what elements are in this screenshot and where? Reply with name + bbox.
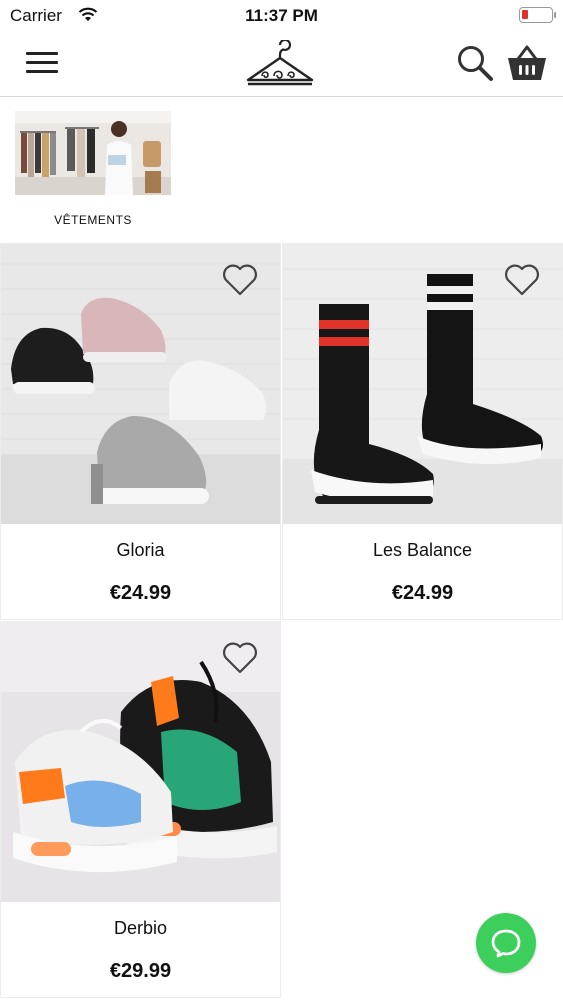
product-card-derbio[interactable]: Derbio €29.99: [0, 621, 281, 998]
search-icon[interactable]: [456, 44, 494, 82]
category-vetements[interactable]: VÊTEMENTS: [15, 111, 171, 227]
product-card-les-balance[interactable]: Les Balance €24.99: [282, 243, 563, 620]
heart-icon[interactable]: [222, 264, 258, 296]
product-name: Derbio: [113, 918, 168, 938]
nav-bar: [0, 32, 563, 97]
basket-icon[interactable]: [506, 44, 548, 82]
product-price: €29.99: [109, 960, 172, 982]
product-card-gloria[interactable]: Gloria €24.99: [0, 243, 281, 620]
status-bar: Carrier 11:37 PM: [0, 0, 563, 32]
product-price: €24.99: [391, 582, 454, 604]
product-name: Gloria: [116, 540, 165, 560]
product-price: €24.99: [109, 582, 172, 604]
chat-button[interactable]: [476, 913, 536, 973]
battery-icon: [519, 7, 556, 23]
hanger-logo-icon[interactable]: [244, 40, 316, 90]
heart-icon[interactable]: [504, 264, 540, 296]
product-name: Les Balance: [372, 540, 473, 560]
status-time: 11:37 PM: [245, 6, 318, 25]
category-label: VÊTEMENTS: [54, 213, 132, 227]
category-image: [15, 111, 171, 195]
menu-button[interactable]: [26, 52, 58, 74]
chat-bubble-icon: [491, 929, 521, 958]
heart-icon[interactable]: [222, 642, 258, 674]
